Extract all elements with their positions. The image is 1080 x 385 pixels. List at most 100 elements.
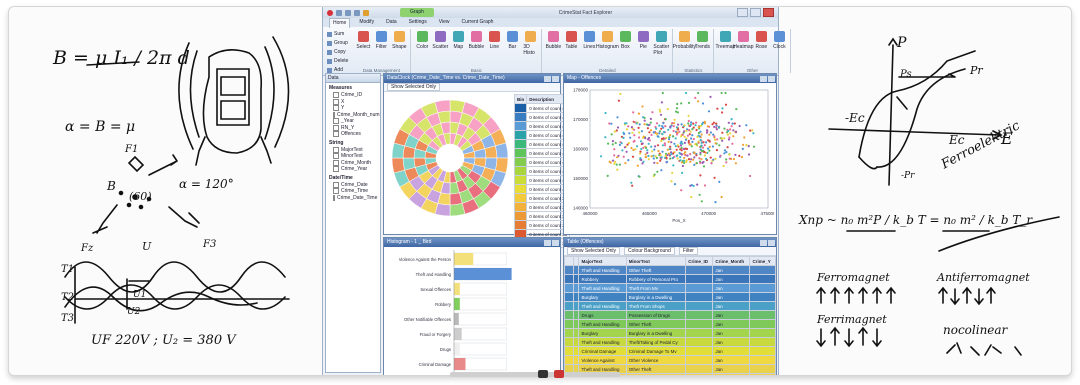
ribbon-histogram-button[interactable]: Histogram bbox=[596, 31, 619, 50]
scatter-point[interactable] bbox=[660, 139, 663, 143]
scatter-point[interactable] bbox=[608, 160, 611, 163]
scatter-point[interactable] bbox=[694, 124, 697, 127]
scatter-point[interactable] bbox=[638, 136, 641, 139]
scatter-point[interactable] bbox=[652, 131, 655, 134]
scatter-point[interactable] bbox=[695, 154, 698, 157]
scatter-point[interactable] bbox=[651, 111, 654, 114]
scatter-point[interactable] bbox=[632, 111, 635, 114]
command-group[interactable]: Group bbox=[327, 40, 352, 46]
scatter-point[interactable] bbox=[661, 133, 664, 136]
ribbon-shape-button[interactable]: Shape bbox=[392, 31, 407, 50]
scatter-point[interactable] bbox=[701, 146, 705, 149]
field-checkbox[interactable] bbox=[333, 98, 339, 105]
legend-row[interactable]: 0 items of count 41 bbox=[513, 175, 571, 185]
scatter-point[interactable] bbox=[639, 157, 642, 160]
scatter-point[interactable] bbox=[679, 144, 683, 147]
scatter-point[interactable] bbox=[611, 159, 615, 162]
scatter-point[interactable] bbox=[689, 143, 692, 146]
table-row[interactable]: Robbery Robbery of Personal Pro Jan bbox=[564, 274, 776, 284]
scatter-point[interactable] bbox=[686, 134, 689, 137]
clock-cell[interactable] bbox=[391, 157, 405, 174]
scatter-point[interactable] bbox=[673, 142, 676, 145]
scatter-point[interactable] bbox=[667, 152, 670, 155]
scatter-point[interactable] bbox=[649, 117, 652, 120]
legend-row[interactable]: 0 items of count 39 bbox=[513, 193, 571, 203]
scatter-point[interactable] bbox=[660, 127, 663, 130]
table-row[interactable]: Theft and Handling Theft From Shops Jan bbox=[564, 301, 776, 311]
scatter-point[interactable] bbox=[670, 180, 673, 183]
scatter-point[interactable] bbox=[745, 124, 748, 127]
tab-data[interactable]: Data bbox=[383, 18, 400, 27]
scatter-point[interactable] bbox=[732, 135, 735, 138]
scatter-point[interactable] bbox=[677, 128, 680, 131]
table-row[interactable]: Burglary Burglary in a Dwelling Jan bbox=[564, 292, 776, 302]
histogram-bar[interactable] bbox=[454, 283, 460, 295]
scatter-point[interactable] bbox=[665, 157, 668, 160]
scatter-point[interactable] bbox=[655, 127, 658, 130]
scatter-point[interactable] bbox=[668, 138, 671, 141]
scatter-point[interactable] bbox=[655, 122, 659, 125]
scatter-point[interactable] bbox=[689, 153, 692, 156]
scatter-point[interactable] bbox=[683, 159, 686, 162]
scatter-point[interactable] bbox=[683, 161, 686, 164]
scatter-point[interactable] bbox=[613, 130, 616, 133]
scatter-point[interactable] bbox=[711, 145, 714, 148]
scatter-point[interactable] bbox=[657, 149, 660, 153]
scatter-point[interactable] bbox=[701, 102, 705, 105]
scatter-point[interactable] bbox=[699, 130, 702, 133]
scatter-point[interactable] bbox=[641, 105, 644, 108]
scatter-point[interactable] bbox=[660, 101, 663, 104]
scatter-point[interactable] bbox=[610, 122, 613, 125]
scatter-point[interactable] bbox=[689, 130, 692, 133]
field-checkbox[interactable] bbox=[333, 146, 339, 153]
map-header[interactable]: Map - Offences bbox=[564, 74, 776, 83]
scatter-point[interactable] bbox=[627, 159, 630, 162]
scatter-point[interactable] bbox=[615, 129, 618, 132]
scatter-point[interactable] bbox=[692, 138, 695, 141]
scatter-point[interactable] bbox=[713, 125, 716, 128]
scatter-point[interactable] bbox=[630, 126, 633, 129]
scatter-point[interactable] bbox=[647, 158, 650, 161]
scatter-point[interactable] bbox=[675, 148, 678, 151]
clock-cell[interactable] bbox=[495, 142, 509, 159]
scatter-point[interactable] bbox=[655, 133, 658, 136]
scatter-point[interactable] bbox=[662, 126, 665, 129]
field-checkbox[interactable] bbox=[333, 92, 339, 99]
scatter-point[interactable] bbox=[651, 150, 654, 153]
scatter-point[interactable] bbox=[724, 103, 728, 106]
field-checkbox[interactable] bbox=[333, 166, 339, 173]
scatter-point[interactable] bbox=[606, 174, 609, 177]
legend-row[interactable]: 0 items of count 37 bbox=[513, 211, 571, 221]
scatter-point[interactable] bbox=[676, 102, 679, 106]
field-checkbox[interactable] bbox=[333, 181, 339, 188]
scatter-point[interactable] bbox=[656, 162, 659, 165]
scatter-point[interactable] bbox=[708, 133, 711, 136]
ribbon-table-button[interactable]: Table bbox=[564, 31, 578, 50]
scatter-point[interactable] bbox=[632, 148, 635, 152]
clock-cell[interactable] bbox=[434, 99, 451, 113]
scatter-point[interactable] bbox=[710, 162, 713, 165]
scatter-point[interactable] bbox=[630, 146, 633, 150]
scatter-point[interactable] bbox=[676, 154, 679, 157]
scatter-point[interactable] bbox=[727, 121, 730, 124]
scatter-point[interactable] bbox=[745, 144, 748, 147]
redo-icon[interactable] bbox=[354, 9, 360, 16]
scatter-point[interactable] bbox=[623, 146, 626, 149]
scatter-point[interactable] bbox=[703, 184, 707, 187]
scatter-point[interactable] bbox=[682, 130, 686, 133]
scatter-point[interactable] bbox=[691, 134, 694, 137]
scatter-point[interactable] bbox=[653, 148, 656, 151]
scatter-point[interactable] bbox=[709, 131, 712, 134]
scatter-point[interactable] bbox=[699, 174, 702, 177]
scatter-point[interactable] bbox=[740, 156, 744, 159]
scatter-point[interactable] bbox=[723, 137, 726, 140]
scatter-point[interactable] bbox=[703, 120, 706, 123]
scatter-point[interactable] bbox=[681, 171, 684, 174]
ribbon-trends-button[interactable]: Trends bbox=[695, 31, 710, 50]
scatter-point[interactable] bbox=[698, 125, 701, 129]
table-tool-filter[interactable]: Filter bbox=[678, 247, 698, 255]
scatter-point[interactable] bbox=[623, 132, 626, 136]
scatter-point[interactable] bbox=[699, 139, 702, 142]
legend-row[interactable]: 0 items of count 36 bbox=[513, 220, 571, 230]
scatter-point[interactable] bbox=[675, 126, 678, 129]
